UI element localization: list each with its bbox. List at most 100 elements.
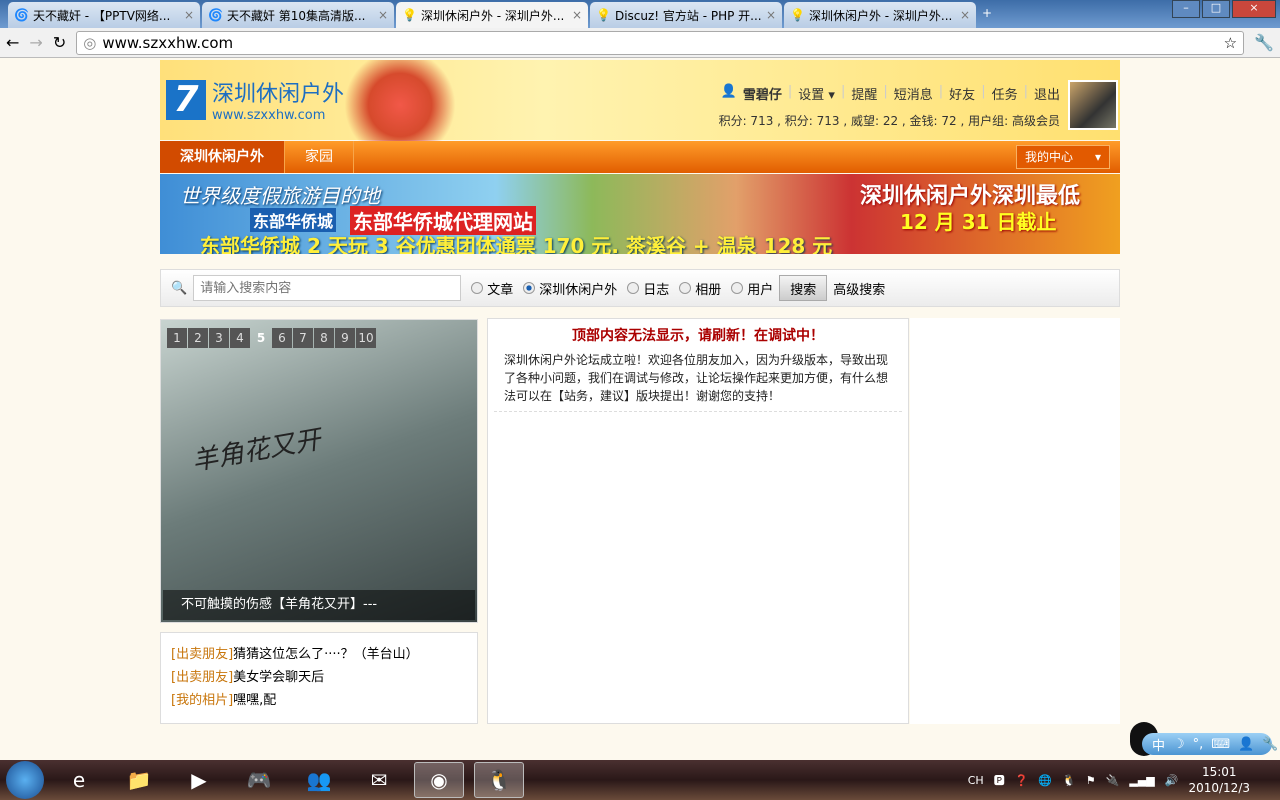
list-item[interactable]: [出卖朋友]美女学会聊天后 [171, 666, 467, 689]
radio-forum[interactable]: 深圳休闲户外 [523, 279, 617, 298]
punctuation-icon: °, [1192, 736, 1204, 752]
notice-body: 深圳休闲户外论坛成立啦！欢迎各位朋友加入，因为升级版本，导致出现了各种小问题，我… [494, 351, 902, 412]
close-tab-icon[interactable]: × [960, 8, 970, 22]
radio-album[interactable]: 相册 [679, 279, 721, 298]
notice-panel: 顶部内容无法显示，请刷新！在调试中！ 深圳休闲户外论坛成立啦！欢迎各位朋友加入，… [487, 318, 909, 724]
avatar[interactable] [1068, 80, 1118, 130]
messages-link[interactable]: 短消息 [894, 84, 933, 103]
slide-page[interactable]: 2 [188, 328, 208, 348]
ime-toolbar[interactable]: 中 ☽ °, ⌨ 👤 🔧 [1142, 733, 1278, 755]
reminders-link[interactable]: 提醒 [851, 84, 877, 103]
media-player-taskbar-icon[interactable]: ▶ [174, 762, 224, 798]
notice-title: 顶部内容无法显示，请刷新！在调试中！ [572, 328, 824, 344]
advanced-search-link[interactable]: 高级搜索 [833, 279, 885, 298]
friends-link[interactable]: 好友 [949, 84, 975, 103]
qq-tray-icon[interactable]: 🐧 [1062, 774, 1076, 787]
favicon-icon: 💡 [596, 8, 611, 22]
slide-page[interactable]: 10 [356, 328, 376, 348]
browser-tab[interactable]: 💡 Discuz! 官方站 - PHP 开... × [590, 2, 782, 28]
favicon-icon: 💡 [402, 8, 417, 22]
user-icon: 👤 [720, 84, 737, 99]
search-button[interactable]: 搜索 [779, 275, 828, 301]
username-link[interactable]: 雪碧仔 [743, 84, 782, 103]
volume-icon[interactable]: 🔊 [1165, 774, 1179, 787]
new-tab-button[interactable]: + [978, 2, 996, 28]
logo-mark: 7 [166, 79, 206, 120]
slide-page[interactable]: 9 [335, 328, 355, 348]
start-button[interactable] [6, 761, 44, 799]
browser-tab[interactable]: 🌀 天不藏奸 第10集高清版... × [202, 2, 394, 28]
list-item[interactable]: [出卖朋友]猜猜这位怎么了····？（羊台山） [171, 643, 467, 666]
radio-article[interactable]: 文章 [471, 279, 513, 298]
tab-strip: 🌀 天不藏奸 - 【PPTV网络... × 🌀 天不藏奸 第10集高清版... × 💡 深… [0, 0, 1280, 28]
radio-blog[interactable]: 日志 [627, 279, 669, 298]
slide-art-title: 羊角花又开 [189, 424, 324, 478]
browser-tab[interactable]: 🌀 天不藏奸 - 【PPTV网络... × [8, 2, 200, 28]
post-links: [出卖朋友]猜猜这位怎么了····？（羊台山） [出卖朋友]美女学会聊天后 [我… [160, 632, 478, 724]
slideshow[interactable]: 1 2 3 4 5 6 7 8 9 10 羊角花又开 不可触摸的伤感【羊角花又开】--- [160, 319, 478, 623]
help-icon[interactable]: ❓ [1015, 774, 1029, 787]
slide-caption[interactable]: 不可触摸的伤感【羊角花又开】--- [163, 590, 475, 620]
signal-icon[interactable]: ▂▄▆ [1129, 774, 1154, 787]
slide-page[interactable]: 1 [167, 328, 187, 348]
tasks-link[interactable]: 任务 [992, 84, 1018, 103]
ie-taskbar-icon[interactable]: e [54, 762, 104, 798]
clock[interactable]: 15:01 2010/12/3 [1188, 764, 1250, 796]
search-bar: 🔍 文章 深圳休闲户外 日志 相册 用户 搜索 高级搜索 [160, 269, 1120, 307]
close-tab-icon[interactable]: × [184, 8, 194, 22]
nav-item-space[interactable]: 家园 [285, 141, 354, 173]
slide-page[interactable]: 4 [230, 328, 250, 348]
system-tray: CH 🅿 ❓ 🌐 🐧 ⚑ 🔌 ▂▄▆ 🔊 15:01 2010/12/3 [968, 760, 1250, 800]
favicon-icon: 💡 [790, 8, 805, 22]
ie-icon: 🌀 [208, 8, 223, 22]
qq-taskbar-icon[interactable]: 🐧 [474, 762, 524, 798]
reload-icon[interactable]: ↻ [53, 33, 66, 52]
address-bar[interactable]: ◎ www.szxxhw.com ☆ [76, 30, 1245, 55]
user-icon: 👤 [1238, 736, 1255, 752]
list-item[interactable]: [我的相片]嘿嘿,配 [171, 689, 467, 712]
close-window-button[interactable]: × [1232, 0, 1276, 18]
radio-user[interactable]: 用户 [731, 279, 773, 298]
logout-link[interactable]: 退出 [1034, 84, 1060, 103]
browser-tab[interactable]: 💡 深圳休闲户外 - 深圳户外... × [784, 2, 976, 28]
globe-icon: ◎ [83, 33, 97, 52]
site-header: 7 深圳休闲户外 www.szxxhw.com 👤 雪碧仔 | 设置 ▾ | 提醒 | … [160, 60, 1120, 150]
chrome-taskbar-icon[interactable]: ◉ [414, 762, 464, 798]
forward-icon[interactable]: → [29, 33, 42, 52]
user-menu: 👤 雪碧仔 | 设置 ▾ | 提醒 | 短消息 | 好友 | 任务 | 退出 [720, 84, 1060, 103]
slide-pager: 1 2 3 4 5 6 7 8 9 10 [167, 328, 376, 348]
back-icon[interactable]: ← [6, 33, 19, 52]
my-center-dropdown[interactable]: 我的中心 ▾ [1016, 145, 1110, 169]
site-logo[interactable]: 7 深圳休闲户外 www.szxxhw.com [166, 76, 344, 123]
user-stats: 积分: 713 , 积分: 713 , 威望: 22 , 金钱: 72 , 用户… [718, 114, 1060, 128]
network-icon[interactable]: 🌐 [1038, 774, 1052, 787]
slide-page-current[interactable]: 5 [251, 328, 271, 348]
search-input[interactable] [193, 275, 462, 301]
close-tab-icon[interactable]: × [766, 8, 776, 22]
browser-tab-active[interactable]: 💡 深圳休闲户外 - 深圳户外... × [396, 2, 588, 28]
slide-page[interactable]: 3 [209, 328, 229, 348]
slide-page[interactable]: 7 [293, 328, 313, 348]
mail-taskbar-icon[interactable]: ✉ [354, 762, 404, 798]
flag-icon[interactable]: ⚑ [1086, 774, 1096, 787]
search-icon: 🔍 [171, 280, 188, 296]
slide-page[interactable]: 8 [314, 328, 334, 348]
ad-banner[interactable]: 世界级度假旅游目的地 东部华侨城 东部华侨城代理网站 东部华侨城 2 天玩 3 … [160, 174, 1120, 254]
p-icon[interactable]: 🅿 [994, 772, 1005, 788]
game-taskbar-icon[interactable]: 🎮 [234, 762, 284, 798]
minimize-button[interactable]: – [1172, 0, 1200, 18]
close-tab-icon[interactable]: × [378, 8, 388, 22]
main-nav: 深圳休闲户外 家园 我的中心 ▾ [160, 141, 1120, 173]
power-icon[interactable]: 🔌 [1106, 774, 1120, 787]
language-indicator[interactable]: CH [968, 774, 984, 787]
ie-icon: 🌀 [14, 8, 29, 22]
nav-item-home[interactable]: 深圳休闲户外 [160, 141, 285, 173]
maximize-button[interactable]: □ [1202, 0, 1230, 18]
settings-link[interactable]: 设置 ▾ [798, 84, 835, 103]
wrench-icon[interactable]: 🔧 [1254, 33, 1274, 52]
star-icon[interactable]: ☆ [1224, 34, 1237, 52]
slide-page[interactable]: 6 [272, 328, 292, 348]
messenger-taskbar-icon[interactable]: 👥 [294, 762, 344, 798]
close-tab-icon[interactable]: × [572, 8, 582, 22]
explorer-taskbar-icon[interactable]: 📁 [114, 762, 164, 798]
